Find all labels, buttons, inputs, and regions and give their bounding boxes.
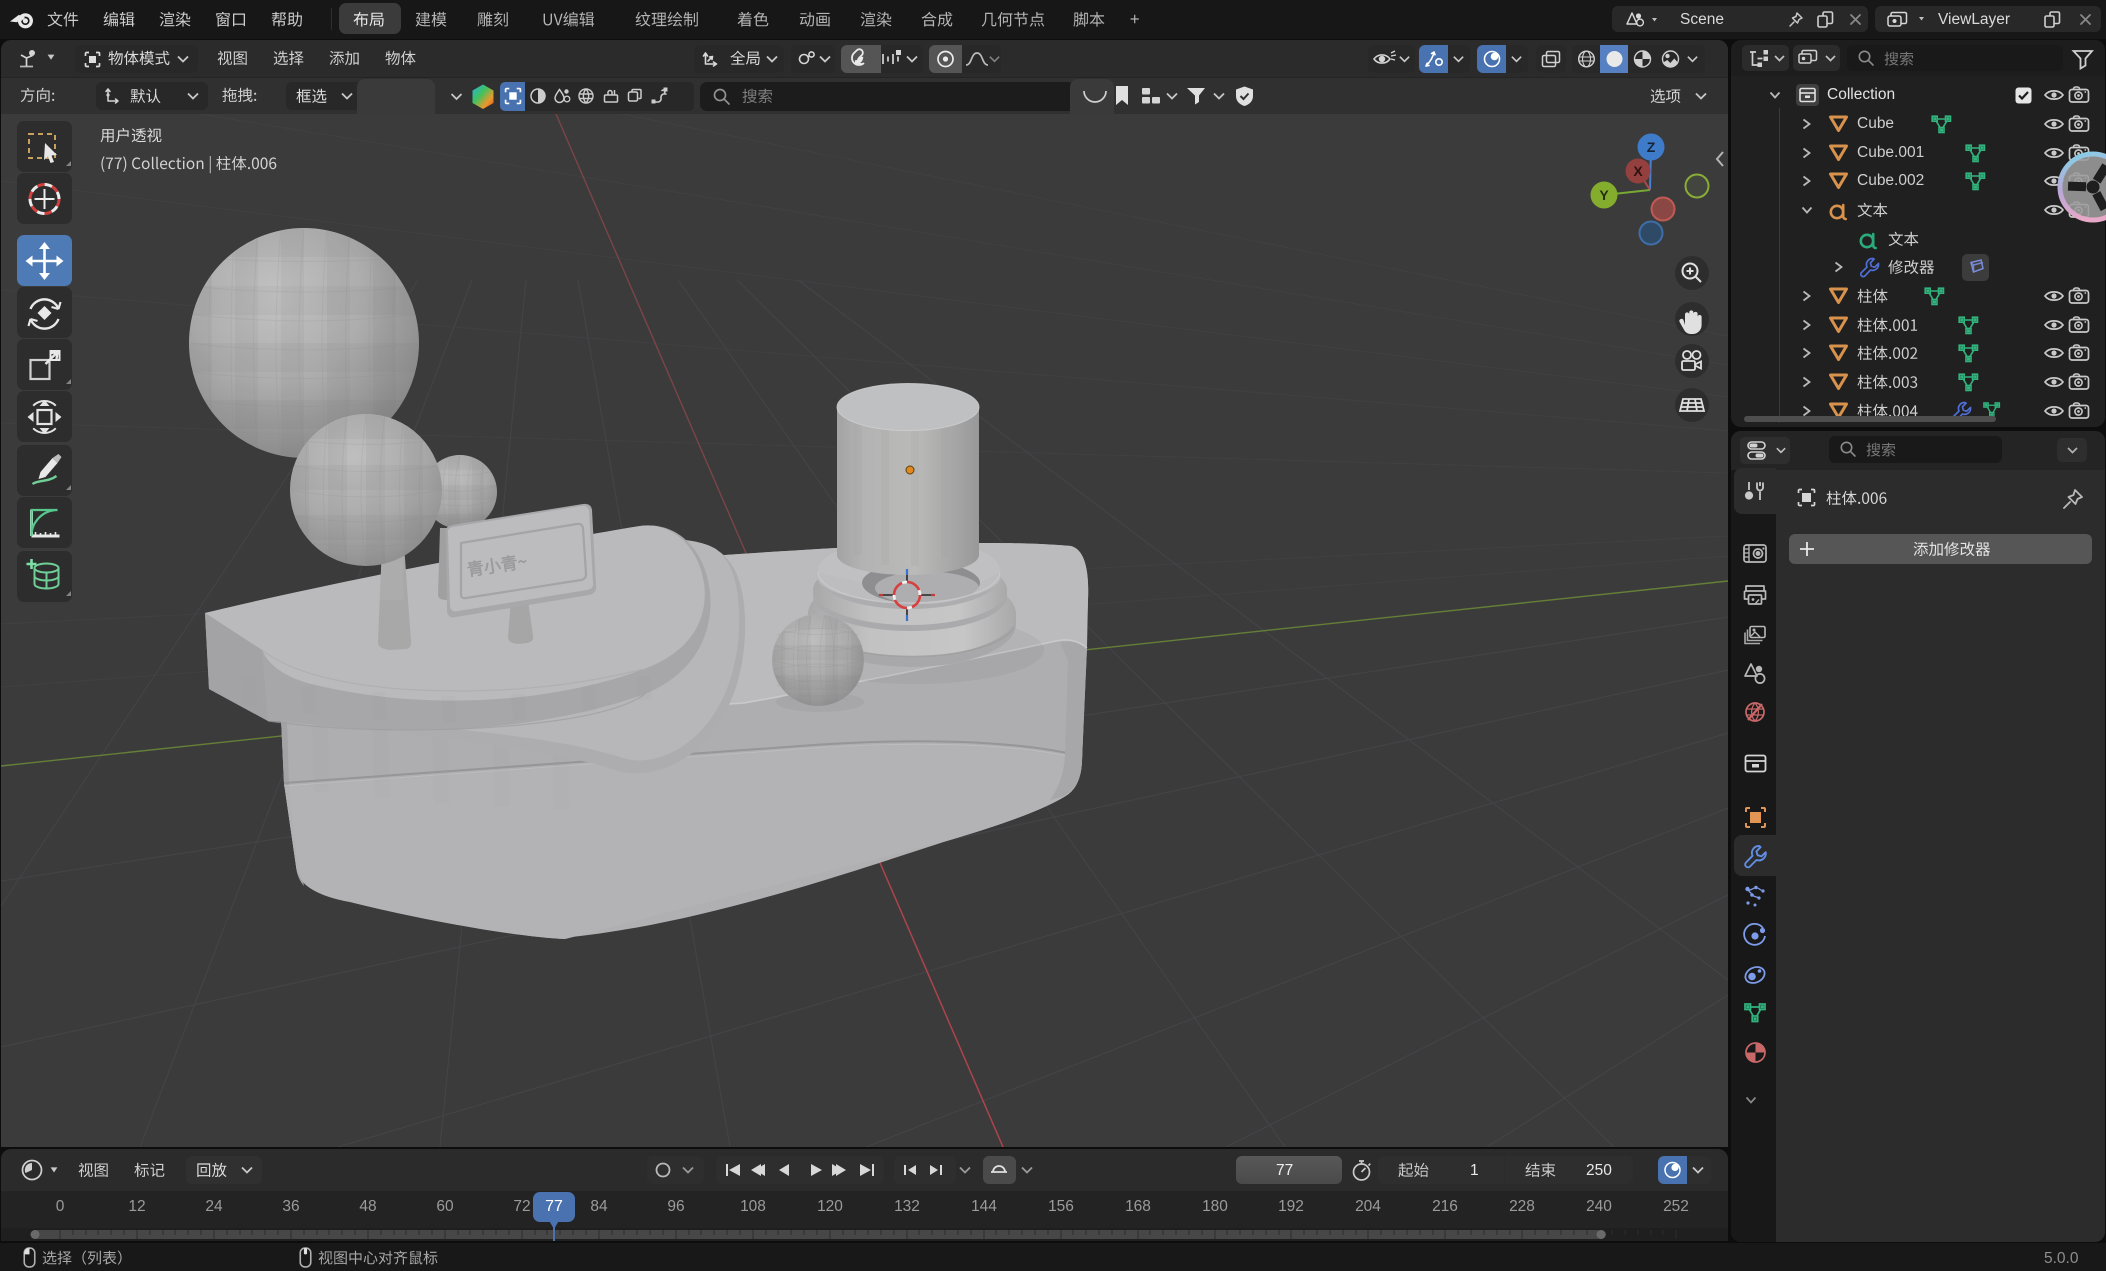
svg-text:X: X [1633,163,1643,179]
svg-text:Y: Y [1599,187,1609,203]
svg-text:Z: Z [1647,139,1656,155]
